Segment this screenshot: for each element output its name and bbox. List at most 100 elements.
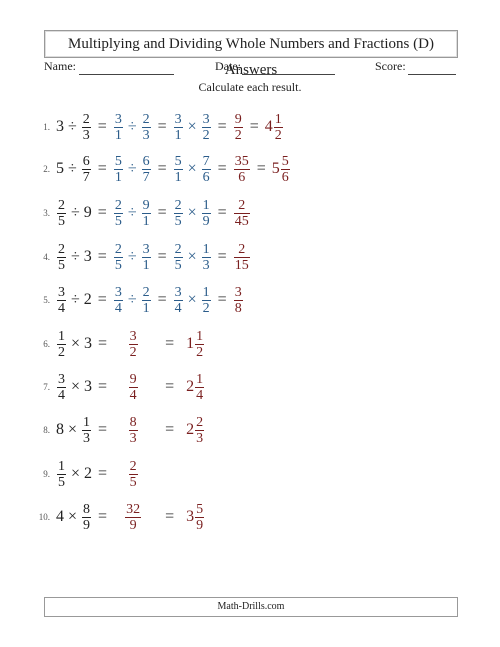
numerator: 3 (142, 241, 150, 257)
denominator: 3 (142, 127, 150, 143)
whole-number: 8 (56, 421, 64, 438)
numerator: 2 (58, 241, 65, 257)
whole-part: 3 (186, 508, 195, 525)
whole-number: 9 (83, 204, 92, 221)
fraction: 59 (195, 501, 205, 533)
times-sign: × (187, 118, 197, 135)
divide-sign: ÷ (68, 118, 77, 135)
date-field[interactable] (242, 74, 335, 75)
problem-number: 6. (43, 339, 50, 349)
divide-sign: ÷ (127, 118, 137, 135)
denominator: 9 (196, 517, 204, 533)
numerator: 7 (202, 153, 210, 169)
numerator: 8 (83, 501, 91, 517)
numerator: 3 (58, 284, 65, 300)
denominator: 45 (234, 213, 249, 229)
problem-number: 8. (43, 425, 50, 435)
mixed-number: 359 (186, 502, 205, 533)
fraction: 25 (128, 458, 138, 490)
instructions: Calculate each result. (198, 80, 302, 94)
denominator: 9 (83, 517, 91, 533)
problem-number: 4. (43, 252, 50, 262)
fraction: 13 (201, 242, 211, 273)
problem-row: 5. 3 4 ÷ 2 = 3 4 ÷ 2 1 = 3 4 × 1 2 = 3 8 (32, 283, 244, 317)
fraction: 67 (81, 153, 91, 185)
fraction: 34 (57, 372, 66, 403)
denominator: 6 (281, 169, 289, 185)
equals-sign: = (98, 378, 108, 395)
fraction: 31 (173, 112, 183, 143)
denominator: 15 (234, 257, 249, 273)
equals-sign: = (157, 204, 167, 221)
fraction: 56 (280, 154, 290, 185)
equals-sign: = (157, 118, 167, 135)
fraction: 23 (81, 112, 91, 143)
fraction: 83 (128, 415, 138, 446)
name-field[interactable] (79, 74, 174, 75)
denominator: 3 (129, 430, 137, 446)
whole-number: 4 (56, 508, 64, 525)
whole-part: 5 (271, 160, 280, 177)
denominator: 1 (142, 300, 150, 316)
denominator: 3 (196, 430, 204, 446)
whole-part: 2 (186, 378, 195, 395)
denominator: 1 (114, 169, 122, 185)
fraction: 31 (113, 112, 123, 143)
fraction: 91 (141, 197, 151, 229)
divide-sign: ÷ (71, 204, 80, 221)
fraction: 23 (141, 111, 151, 143)
denominator: 2 (129, 344, 137, 360)
fraction: 94 (128, 372, 138, 403)
fraction: 21 (141, 285, 151, 316)
numerator: 1 (196, 328, 204, 344)
fraction: 2 15 (233, 242, 250, 273)
equals-sign: = (217, 204, 227, 221)
denominator: 6 (238, 169, 246, 185)
fraction: 31 (141, 241, 151, 273)
fraction: 23 (195, 415, 205, 446)
denominator: 2 (202, 300, 210, 316)
divide-sign: ÷ (71, 291, 80, 308)
denominator: 3 (202, 257, 210, 273)
numerator: 2 (174, 241, 182, 257)
fraction: 92 (233, 112, 243, 143)
score-field[interactable] (408, 74, 456, 75)
equals-sign: = (217, 160, 227, 177)
fraction: 13 (82, 415, 92, 446)
fraction: 12 (273, 111, 283, 143)
numerator: 9 (142, 197, 150, 213)
denominator: 1 (142, 213, 150, 229)
problem-number: 1. (43, 122, 50, 132)
denominator: 8 (234, 300, 242, 316)
fraction: 15 (57, 459, 66, 490)
problem-row: 2. 5 ÷ 6 7 = 5 1 ÷ 6 7 = 5 1 × 7 6 = 35 6 = 5 5 6 (32, 152, 291, 186)
denominator: 9 (129, 517, 137, 533)
mixed-number: 112 (186, 329, 205, 360)
equals-sign: = (98, 335, 108, 352)
whole-number: 5 (56, 160, 64, 177)
mixed-number: 223 (186, 415, 205, 446)
numerator: 3 (234, 284, 242, 300)
numerator: 2 (142, 111, 150, 127)
denominator: 5 (129, 474, 137, 490)
problem-number: 9. (43, 469, 50, 479)
problem-number: 5. (43, 295, 50, 305)
numerator: 6 (82, 153, 90, 169)
numerator: 1 (274, 111, 282, 127)
footer: Math-Drills.com (44, 597, 458, 617)
numerator: 6 (142, 153, 150, 169)
numerator: 2 (129, 458, 137, 474)
denominator: 4 (58, 387, 65, 403)
fraction: 25 (173, 198, 183, 229)
divide-sign: ÷ (71, 248, 80, 265)
numerator: 3 (58, 371, 65, 387)
divide-sign: ÷ (127, 204, 137, 221)
numerator: 5 (196, 501, 204, 517)
fraction: 12 (195, 328, 205, 360)
equals-sign: = (165, 378, 175, 395)
times-sign: × (71, 378, 81, 395)
equals-sign: = (98, 421, 108, 438)
numerator: 3 (114, 284, 122, 300)
problem-row: 9. 1 5 × 2 = 2 5 (32, 457, 153, 491)
numerator: 3 (202, 111, 210, 127)
